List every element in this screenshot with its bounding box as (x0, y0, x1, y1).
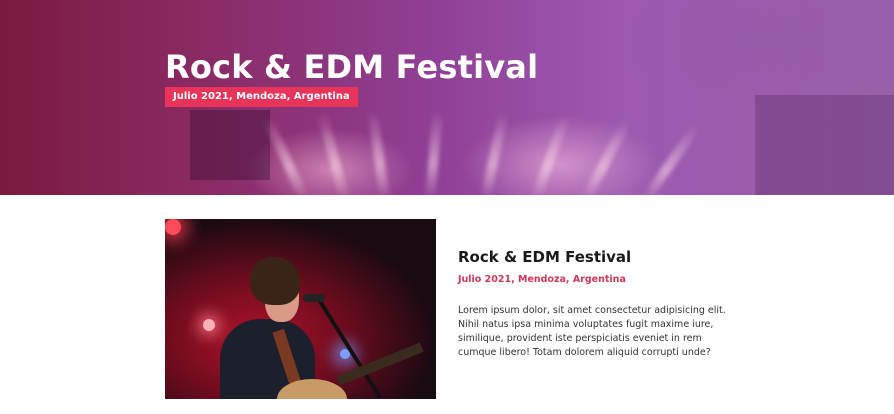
event-title: Rock & EDM Festival (458, 248, 632, 266)
stage-light-beam (580, 118, 632, 195)
event-description: Lorem ipsum dolor, sit amet consectetur … (458, 305, 726, 358)
stage-light-beam (316, 111, 350, 195)
stage-spotlight (203, 319, 215, 331)
event-photo (165, 219, 436, 399)
stage-structure (755, 95, 894, 195)
stage-light-beam (425, 109, 443, 195)
hero-date-location-badge: Julio 2021, Mendoza, Argentina (165, 87, 358, 107)
hero-banner: Rock & EDM Festival Julio 2021, Mendoza,… (0, 0, 894, 195)
guitarist-hair (250, 257, 300, 305)
event-date-location: Julio 2021, Mendoza, Argentina (458, 274, 626, 285)
stage-light-beam (530, 113, 571, 195)
stage-light-beam (640, 123, 701, 195)
stage-spotlight (165, 219, 181, 235)
hero-title: Rock & EDM Festival (165, 48, 539, 86)
stage-speaker (190, 110, 270, 180)
stage-light-beam (367, 110, 390, 195)
stage-light-beam (480, 110, 509, 195)
microphone (303, 294, 325, 302)
